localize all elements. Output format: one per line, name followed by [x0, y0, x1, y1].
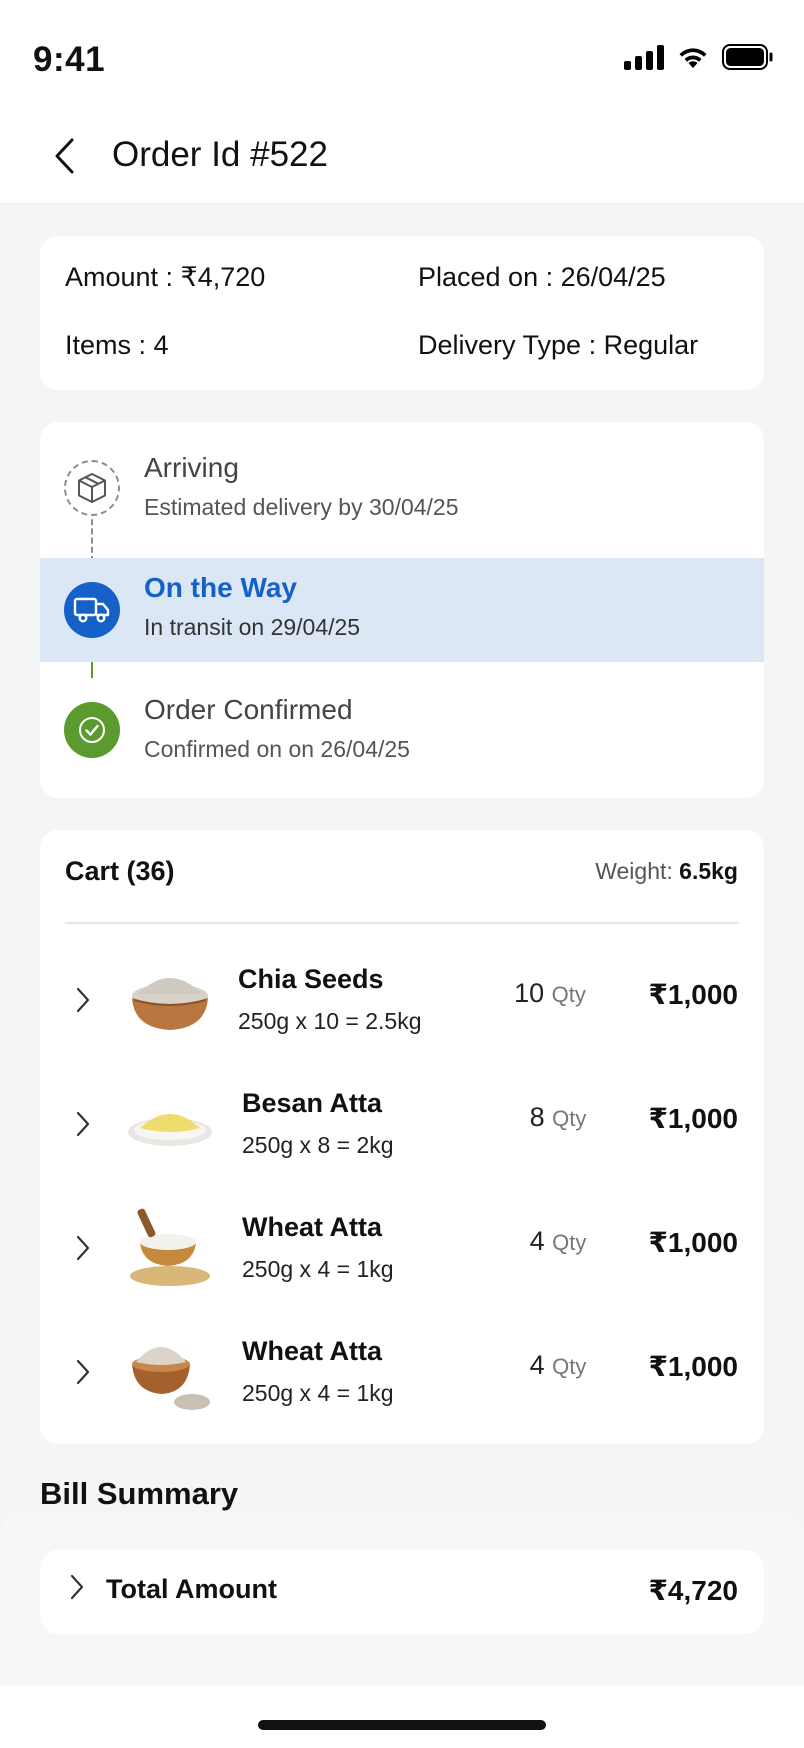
bottom-safe-area — [0, 1686, 804, 1748]
qty-unit: Qty — [551, 982, 586, 1007]
cart-weight: Weight: 6.5kg — [595, 858, 738, 885]
page-title: Order Id #522 — [112, 135, 328, 174]
product-price: ₹1,000 — [648, 1227, 738, 1258]
product-image-wooden-bowl-of-flour — [132, 1347, 210, 1410]
cart-item-row[interactable]: Wheat Atta 250g x 4 = 1kg 4 Qty ₹1,000 — [40, 1186, 764, 1310]
tracking-step-subtitle: Estimated delivery by 30/04/25 — [144, 494, 459, 520]
total-amount-label: Total Amount — [106, 1574, 277, 1604]
status-icons — [624, 44, 774, 70]
order-placed-on: Placed on : 26/04/25 — [418, 262, 666, 292]
product-detail: 250g x 4 = 1kg — [242, 1256, 394, 1282]
product-image-plate-of-flour — [128, 1114, 212, 1146]
tracking-step-title: On the Way — [144, 572, 297, 603]
qty-unit: Qty — [552, 1354, 587, 1379]
tracking-step-subtitle: In transit on 29/04/25 — [144, 614, 361, 640]
wifi-icon — [679, 48, 707, 68]
bill-summary-heading: Bill Summary — [40, 1476, 239, 1511]
cart-item-row[interactable]: Chia Seeds 250g x 10 = 2.5kg 10 Qty ₹1,0… — [40, 938, 764, 1062]
product-detail: 250g x 4 = 1kg — [242, 1380, 394, 1406]
order-items-count: Items : 4 — [65, 330, 169, 360]
tracking-step-arriving: Arriving Estimated delivery by 30/04/25 — [40, 422, 764, 526]
chevron-right-icon — [70, 1574, 84, 1600]
chevron-left-icon — [55, 138, 74, 174]
cart-weight-label: Weight: — [595, 858, 673, 884]
status-time: 9:41 — [33, 40, 106, 79]
product-qty: 10 Qty — [490, 978, 610, 1009]
status-bar: 9:41 — [0, 0, 804, 110]
cart-card: Cart (36) Weight: 6.5kg Chia Seeds 250g … — [40, 830, 764, 1444]
cart-weight-value: 6.5kg — [679, 858, 738, 884]
product-name: Besan Atta — [242, 1088, 383, 1118]
order-amount: Amount : ₹4,720 — [65, 262, 266, 292]
product-qty: 8 Qty — [498, 1102, 618, 1133]
truck-icon — [64, 582, 120, 638]
qty-unit: Qty — [552, 1230, 587, 1255]
product-name: Wheat Atta — [242, 1336, 382, 1366]
battery-icon — [722, 44, 773, 70]
cart-title: Cart (36) — [65, 856, 175, 886]
check-circle-icon — [64, 702, 120, 758]
product-price: ₹1,000 — [648, 979, 738, 1010]
home-indicator[interactable] — [258, 1720, 546, 1730]
product-qty: 4 Qty — [498, 1350, 618, 1381]
product-name: Wheat Atta — [242, 1212, 382, 1242]
product-detail: 250g x 10 = 2.5kg — [238, 1008, 422, 1034]
tracking-step-on-the-way: On the Way In transit on 29/04/25 — [40, 558, 764, 662]
product-image-bowl-with-scoop — [130, 1208, 210, 1286]
header: Order Id #522 — [0, 110, 804, 204]
chevron-right-icon — [76, 987, 90, 1013]
tracking-step-title: Order Confirmed — [144, 694, 353, 725]
cart-item-row[interactable]: Wheat Atta 250g x 4 = 1kg 4 Qty ₹1,000 — [40, 1310, 764, 1434]
tracking-step-subtitle: Confirmed on on 26/04/25 — [144, 736, 410, 762]
expand-item-button[interactable] — [70, 1354, 96, 1390]
product-price: ₹1,000 — [648, 1103, 738, 1134]
total-amount-row[interactable]: Total Amount ₹4,720 — [40, 1550, 764, 1634]
total-amount-value: ₹4,720 — [648, 1575, 738, 1606]
qty-value: 8 — [529, 1102, 545, 1132]
tracking-step-order-confirmed: Order Confirmed Confirmed on on 26/04/25 — [40, 662, 764, 766]
expand-item-button[interactable] — [70, 1230, 96, 1266]
product-image-bowl-of-seeds — [132, 978, 208, 1030]
order-summary-card: Amount : ₹4,720 Placed on : 26/04/25 Ite… — [40, 236, 764, 390]
expand-item-button[interactable] — [70, 982, 96, 1018]
order-delivery-type: Delivery Type : Regular — [418, 330, 699, 360]
cellular-signal-icon — [624, 44, 664, 70]
qty-value: 10 — [514, 978, 545, 1008]
cart-item-row[interactable]: Besan Atta 250g x 8 = 2kg 8 Qty ₹1,000 — [40, 1062, 764, 1186]
chevron-right-icon — [76, 1359, 90, 1385]
chevron-right-icon — [76, 1111, 90, 1137]
cart-divider — [65, 922, 739, 924]
tracking-card: Arriving Estimated delivery by 30/04/25 … — [40, 422, 764, 798]
qty-value: 4 — [529, 1226, 545, 1256]
qty-value: 4 — [529, 1350, 545, 1380]
tracking-step-title: Arriving — [144, 452, 239, 483]
qty-unit: Qty — [552, 1106, 587, 1131]
box-icon — [64, 460, 120, 516]
product-name: Chia Seeds — [238, 964, 384, 994]
back-button[interactable] — [44, 128, 84, 184]
product-price: ₹1,000 — [648, 1351, 738, 1382]
product-detail: 250g x 8 = 2kg — [242, 1132, 394, 1158]
expand-item-button[interactable] — [70, 1106, 96, 1142]
chevron-right-icon — [76, 1235, 90, 1261]
product-qty: 4 Qty — [498, 1226, 618, 1257]
